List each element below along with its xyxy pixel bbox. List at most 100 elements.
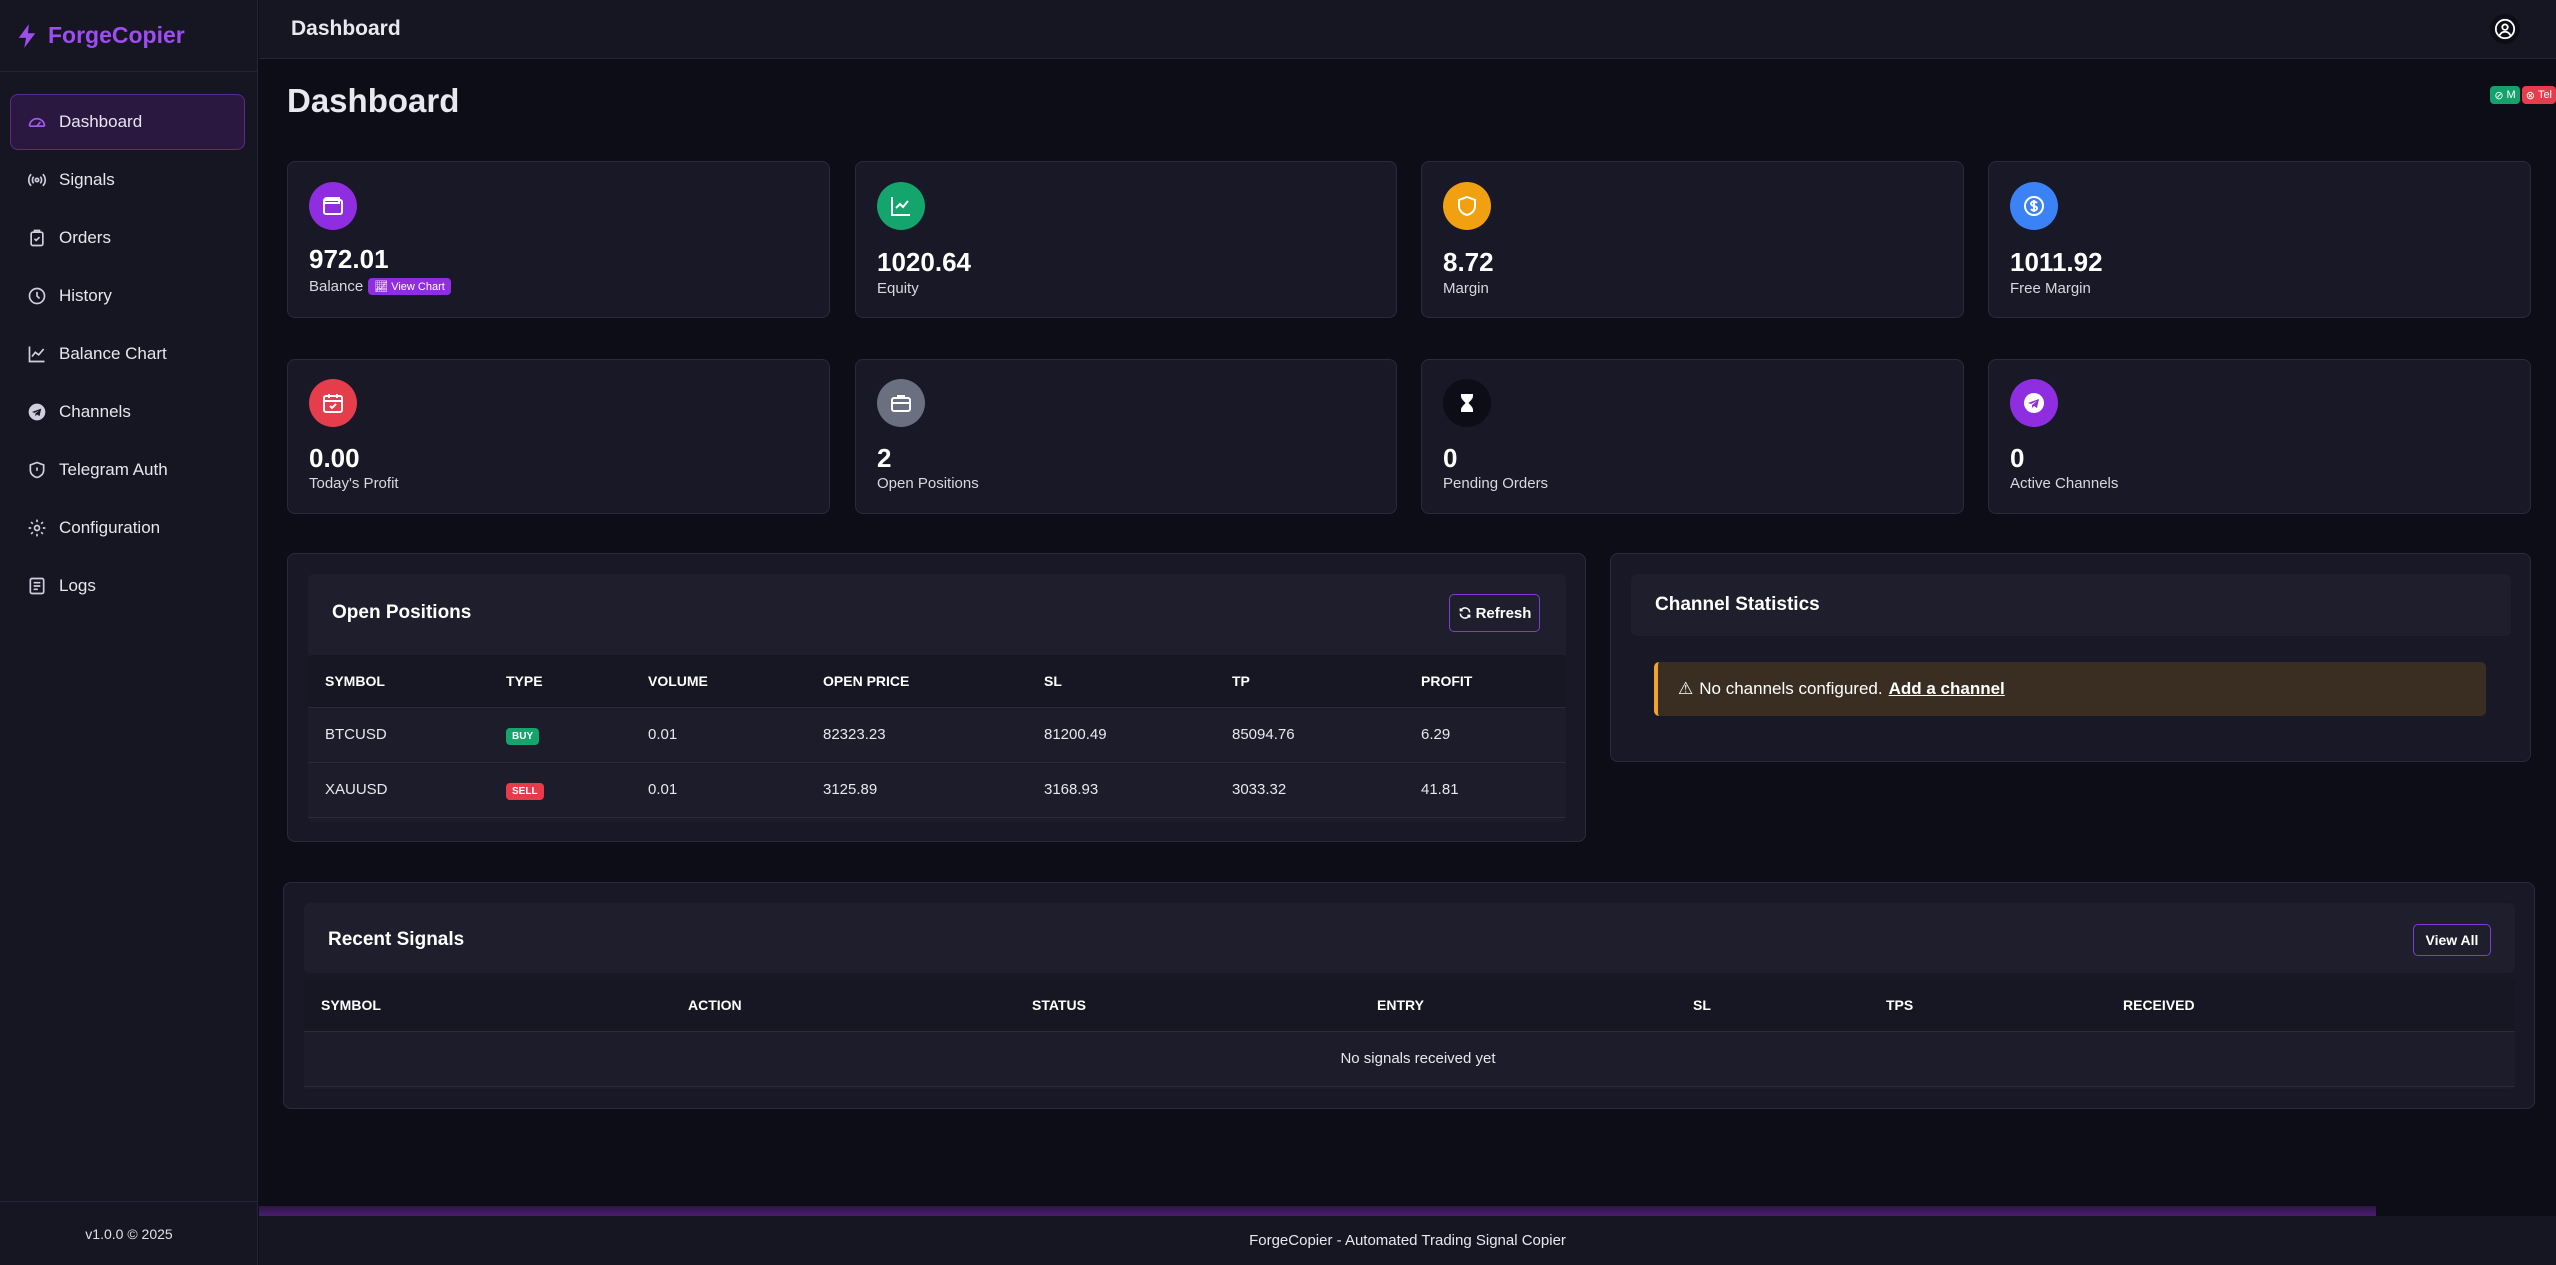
free-margin-label: Free Margin [2010, 280, 2091, 297]
page-title: Dashboard [287, 82, 460, 119]
column-header: TYPE [489, 655, 631, 708]
add-channel-link[interactable]: Add a channel [1889, 679, 2005, 699]
channel-statistics-title: Channel Statistics [1655, 594, 1820, 615]
symbol-cell: XAUUSD [308, 762, 489, 818]
user-menu-button[interactable] [2490, 14, 2520, 44]
refresh-button[interactable]: Refresh [1449, 594, 1540, 632]
sidebar-item-label: Dashboard [59, 112, 143, 131]
shield-icon [1458, 195, 1476, 217]
recent-signals-title: Recent Signals [328, 929, 465, 950]
volume-cell: 0.01 [631, 762, 806, 818]
column-header: ACTION [671, 979, 1015, 1032]
tp-cell: 85094.76 [1215, 707, 1404, 763]
connection-status: ⊘ M ⊗ Tel [2490, 86, 2556, 104]
open-positions-label: Open Positions [877, 475, 979, 492]
footer: ForgeCopier - Automated Trading Signal C… [259, 1216, 2556, 1265]
open-positions-table: SYMBOL TYPE VOLUME OPEN PRICE SL TP PROF… [308, 655, 1566, 821]
profit-cell: 6.29 [1404, 707, 1566, 763]
open-price-cell: 3125.89 [806, 762, 1027, 818]
column-header: SL [1027, 655, 1215, 708]
no-channels-alert: ⚠ No channels configured. Add a channel [1654, 662, 2486, 716]
hourglass-icon [1461, 394, 1473, 412]
column-header: TPS [1869, 979, 2106, 1032]
column-header: SL [1676, 979, 1869, 1032]
sidebar-item-label: History [59, 286, 112, 305]
wallet-icon [323, 197, 343, 215]
header-title: Dashboard [291, 17, 401, 40]
empty-row: No signals received yet [304, 1031, 2515, 1087]
brand[interactable]: ForgeCopier [0, 0, 257, 72]
sidebar-item-dashboard[interactable]: Dashboard [10, 94, 245, 150]
column-header: RECEIVED [2106, 979, 2515, 1032]
topbar: Dashboard [259, 0, 2556, 59]
sidebar-item-channels[interactable]: Channels [10, 384, 245, 440]
sidebar-item-history[interactable]: History [10, 268, 245, 324]
broadcast-icon [27, 173, 47, 187]
brand-name: ForgeCopier [48, 22, 185, 48]
margin-icon-circle [1443, 182, 1491, 230]
balance-label: Balance [309, 278, 364, 295]
sidebar: ForgeCopier Dashboard Signals Orders His… [0, 0, 258, 1265]
sl-cell: 81200.49 [1027, 707, 1215, 763]
sidebar-item-label: Configuration [59, 518, 161, 537]
sidebar-item-logs[interactable]: Logs [10, 558, 245, 614]
equity-label: Equity [877, 280, 919, 297]
pending-orders-icon-circle [1443, 379, 1491, 427]
balance-icon-circle [309, 182, 357, 230]
open-price-cell: 82323.23 [806, 707, 1027, 763]
calendar-check-icon [323, 394, 343, 413]
table-header-row: SYMBOL ACTION STATUS ENTRY SL TPS RECEIV… [304, 979, 2515, 1032]
view-all-button[interactable]: View All [2413, 924, 2491, 956]
column-header: STATUS [1015, 979, 1360, 1032]
open-positions-title: Open Positions [332, 602, 472, 623]
todays-profit-value: 0.00 [309, 443, 360, 473]
type-cell: BUY [489, 707, 631, 763]
column-header: VOLUME [631, 655, 806, 708]
sidebar-item-signals[interactable]: Signals [10, 152, 245, 208]
equity-card: 1020.64 Equity [855, 161, 1397, 318]
open-positions-value: 2 [877, 443, 892, 473]
pending-orders-card: 0 Pending Orders [1421, 359, 1964, 514]
margin-label: Margin [1443, 280, 1489, 297]
lightning-bolt-icon [18, 23, 36, 48]
column-header: SYMBOL [308, 655, 489, 708]
balance-label-row: Balance 📈︎ View Chart [309, 278, 451, 295]
chart-icon: 📈︎ [374, 281, 389, 293]
check-circle-icon: ⊘ [2494, 89, 2504, 102]
progress-bar [259, 1206, 2376, 1216]
sidebar-item-label: Signals [59, 170, 115, 189]
margin-value: 8.72 [1443, 247, 1494, 277]
sidebar-item-balance-chart[interactable]: Balance Chart [10, 326, 245, 382]
telegram-icon [2024, 393, 2044, 413]
sidebar-item-configuration[interactable]: Configuration [10, 500, 245, 556]
channel-statistics-panel: Channel Statistics [1610, 553, 2531, 762]
warning-icon: ⚠ [1678, 679, 1694, 698]
pending-orders-value: 0 [1443, 443, 1458, 473]
todays-profit-icon-circle [309, 379, 357, 427]
sell-badge: SELL [506, 783, 544, 800]
equity-value: 1020.64 [877, 247, 971, 277]
open-positions-card: 2 Open Positions [855, 359, 1397, 514]
gear-icon [28, 519, 46, 537]
type-cell: SELL [489, 762, 631, 818]
table-row[interactable]: BTCUSD BUY 0.01 82323.23 81200.49 85094.… [308, 707, 1566, 763]
log-list-icon [29, 577, 45, 595]
view-chart-button[interactable]: 📈︎ View Chart [368, 278, 451, 295]
sidebar-item-label: Logs [59, 576, 96, 595]
column-header: PROFIT [1404, 655, 1566, 708]
column-header: TP [1215, 655, 1404, 708]
clipboard-icon [30, 229, 44, 247]
symbol-cell: BTCUSD [308, 707, 489, 763]
table-row[interactable]: XAUUSD SELL 0.01 3125.89 3168.93 3033.32… [308, 762, 1566, 818]
balance-value: 972.01 [309, 244, 389, 274]
sidebar-item-orders[interactable]: Orders [10, 210, 245, 266]
active-channels-value: 0 [2010, 443, 2025, 473]
sidebar-item-telegram-auth[interactable]: Telegram Auth [10, 442, 245, 498]
sidebar-nav: Dashboard Signals Orders History Balance… [0, 72, 257, 614]
active-channels-label: Active Channels [2010, 475, 2119, 492]
mt-status-badge: ⊘ M [2490, 86, 2520, 104]
x-circle-icon: ⊗ [2525, 89, 2535, 102]
recent-signals-header [304, 903, 2515, 973]
shield-icon [29, 461, 45, 479]
refresh-icon [1459, 607, 1470, 619]
